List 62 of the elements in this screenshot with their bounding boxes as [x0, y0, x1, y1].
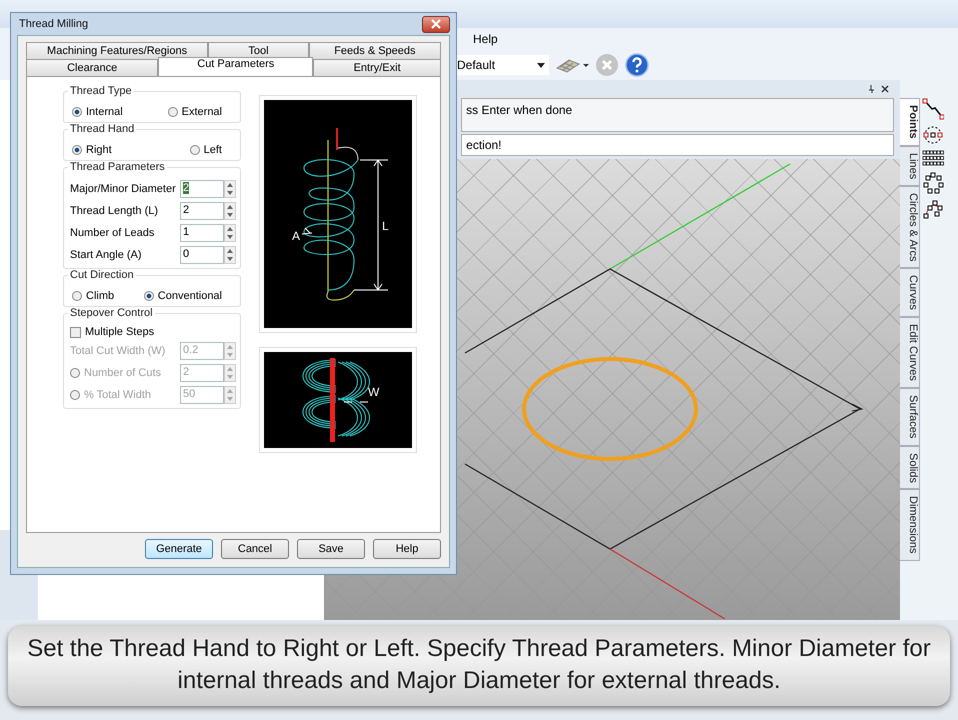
- dialog-button[interactable]: Generate: [145, 539, 213, 559]
- field-label: Number of Leads: [70, 227, 154, 239]
- tab[interactable]: Cut Parameters: [158, 57, 314, 76]
- side-tab[interactable]: Curves: [900, 268, 920, 318]
- close-button[interactable]: [422, 16, 450, 32]
- angle-marker-icon: [302, 228, 312, 234]
- point-ring-icon[interactable]: [922, 172, 944, 194]
- side-tab[interactable]: Surfaces: [900, 388, 920, 446]
- side-tab[interactable]: Dimensions: [900, 489, 920, 561]
- line-points-icon[interactable]: [922, 98, 944, 120]
- radio-option[interactable]: Climb: [72, 290, 114, 302]
- caret-icon: [537, 62, 545, 68]
- tab[interactable]: Entry/Exit: [313, 59, 441, 76]
- field-label: Total Cut Width (W): [70, 345, 166, 357]
- side-tab[interactable]: Points: [900, 98, 920, 146]
- side-tab[interactable]: Edit Curves: [900, 317, 920, 388]
- radio-option[interactable]: Right: [72, 144, 112, 156]
- view-dropdown[interactable]: Default: [455, 55, 549, 75]
- radio-option[interactable]: Left: [190, 144, 222, 156]
- dialog-button[interactable]: Help: [373, 539, 441, 559]
- field-label: Start Angle (A): [70, 249, 142, 261]
- dialog-button[interactable]: Save: [297, 539, 365, 559]
- side-tab[interactable]: Circles & Arcs: [900, 186, 920, 268]
- side-tab[interactable]: Lines: [900, 146, 920, 186]
- group-title: Thread Type: [68, 85, 134, 97]
- spinner-buttons[interactable]: [224, 202, 236, 220]
- command-prompt: ss Enter when done: [461, 98, 894, 132]
- side-tab[interactable]: Solids: [900, 446, 920, 490]
- spinner-buttons[interactable]: [224, 180, 236, 198]
- group-title: Cut Direction: [68, 269, 136, 281]
- caption-banner: Set the Thread Hand to Right or Left. Specify Thread Parameters. Minor Diameter for internal threads and Major Diameter for external threads.: [8, 626, 950, 706]
- dialog-button[interactable]: Cancel: [221, 539, 289, 559]
- group-title: Thread Parameters: [68, 161, 167, 173]
- window-title: Thread Milling: [19, 18, 88, 30]
- number-field[interactable]: 2: [180, 202, 224, 220]
- point-grid-icon[interactable]: [922, 150, 944, 168]
- radio-option[interactable]: Internal: [72, 106, 123, 118]
- field-label: Major/Minor Diameter: [70, 183, 176, 195]
- tab[interactable]: Feeds & Speeds: [308, 42, 442, 59]
- field-label: Thread Length (L): [70, 205, 158, 217]
- number-field[interactable]: 1: [180, 224, 224, 242]
- command-message: ection!: [461, 134, 894, 156]
- length-label: L: [382, 219, 389, 233]
- radio-option[interactable]: External: [168, 106, 222, 118]
- tab[interactable]: Clearance: [26, 59, 158, 76]
- angle-label: A: [292, 229, 300, 243]
- close-icon: [430, 19, 442, 29]
- number-field[interactable]: 2: [180, 180, 224, 198]
- radio-option[interactable]: Conventional: [144, 290, 222, 302]
- point-curve-icon[interactable]: [922, 198, 944, 220]
- pin-close-icon[interactable]: [868, 84, 890, 94]
- number-field[interactable]: 0: [180, 246, 224, 264]
- width-label: W: [368, 385, 380, 399]
- menu-item[interactable]: Help: [473, 32, 498, 46]
- tab[interactable]: Machining Features/Regions: [26, 42, 208, 59]
- group-title: Thread Hand: [68, 123, 136, 135]
- circle-points-icon[interactable]: [922, 124, 944, 146]
- spinner-buttons[interactable]: [224, 224, 236, 242]
- group-title: Stepover Control: [68, 307, 155, 319]
- help-icon[interactable]: [625, 53, 649, 77]
- checkbox-option[interactable]: Multiple Steps: [70, 326, 236, 338]
- spinner-buttons[interactable]: [224, 246, 236, 264]
